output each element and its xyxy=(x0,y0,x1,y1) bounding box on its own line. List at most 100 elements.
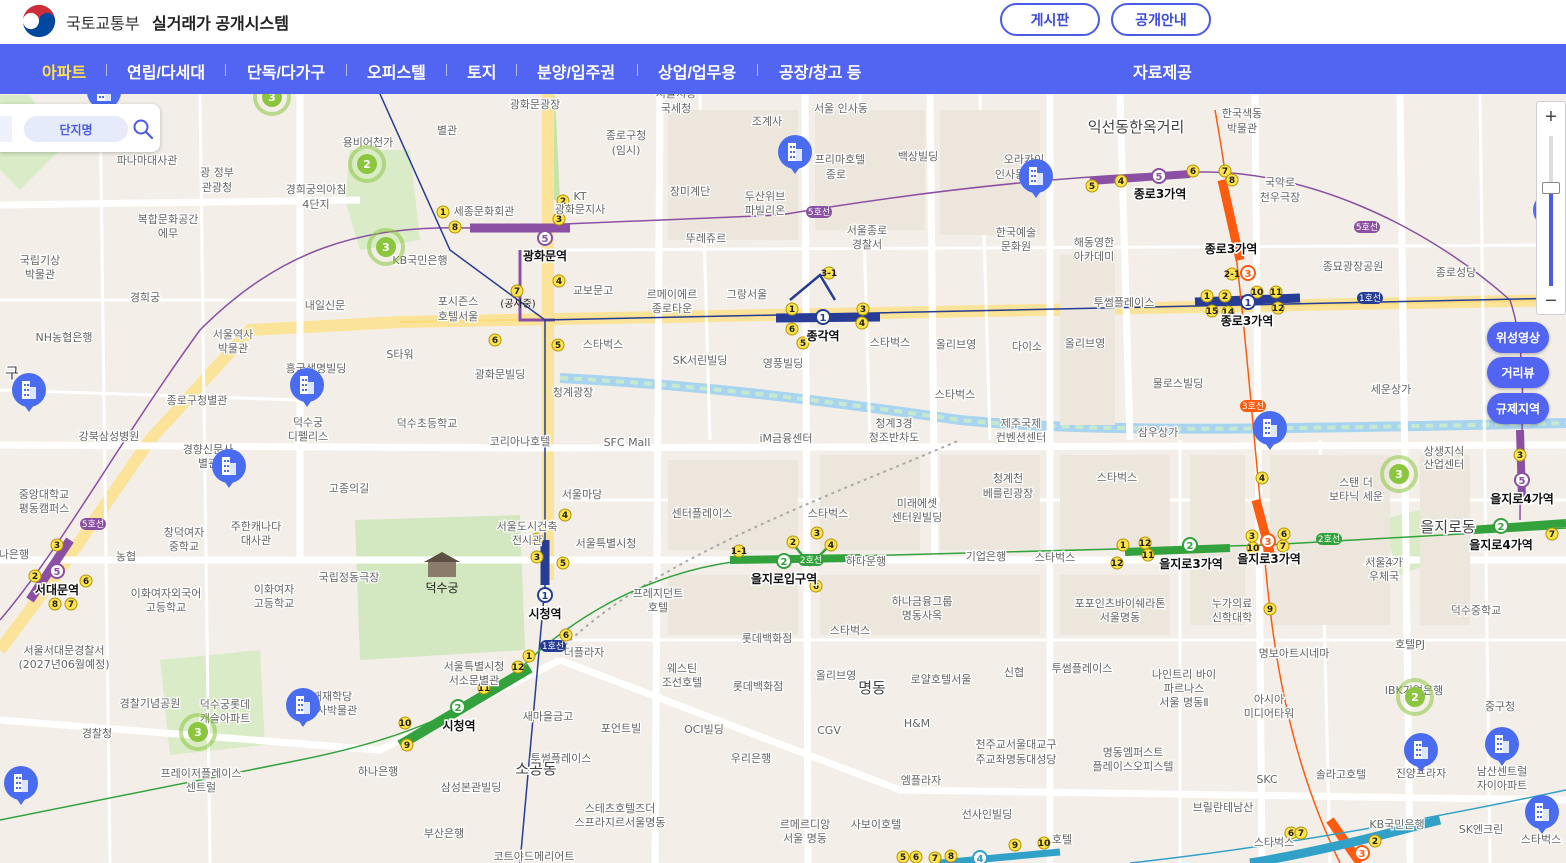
station-jongno3ga-1[interactable]: 종로3가역 xyxy=(1219,312,1275,330)
map-poi-label: 정조반차도 xyxy=(869,431,920,444)
map-poi-label: 전시관 xyxy=(512,534,542,547)
station-jonggak[interactable]: 종각역 xyxy=(805,327,841,345)
svg-text:4: 4 xyxy=(977,854,984,863)
svg-text:2: 2 xyxy=(781,557,788,568)
svg-text:6: 6 xyxy=(83,577,89,587)
station-euljiro3ga-2[interactable]: 을지로3가역 xyxy=(1158,555,1225,573)
apartment-name-button[interactable]: 단지명 xyxy=(24,116,128,142)
map-poi-label: 덕수궁 xyxy=(293,416,323,429)
nav-item-row-house[interactable]: 연립/다세대 xyxy=(127,59,205,83)
station-euljiro4ga-2[interactable]: 을지로4가역 xyxy=(1468,536,1535,554)
map-poi-label: 하나금융그룹 xyxy=(892,594,953,608)
nav-item-presale-right[interactable]: 분양/입주권 xyxy=(537,59,615,83)
svg-text:5: 5 xyxy=(1156,172,1163,183)
search-icon[interactable] xyxy=(132,118,154,140)
svg-text:1: 1 xyxy=(1204,292,1210,302)
map-poi-label: 스타벅스 xyxy=(1254,836,1294,849)
map-poi-label: 종묘광장공원 xyxy=(1323,260,1384,273)
map-poi-label: 롯데백화점 xyxy=(733,680,784,693)
map-poi-label: 명동엠퍼스트 xyxy=(1103,746,1164,759)
map-poi-label: 한국색동 xyxy=(1222,107,1262,120)
street-view-button[interactable]: 거리뷰 xyxy=(1487,357,1549,388)
map-poi-label: 광 정부 xyxy=(200,166,234,179)
map-poi-label: 복합문화공간 xyxy=(138,213,199,226)
map-poi-label: CGV xyxy=(817,724,841,737)
map-canvas[interactable]: 1 8 2 3 4 7 6 5 1 3 4 6 5 3-1 6 7 8 4 5 … xyxy=(0,94,1566,863)
map-poi-label: 컨벤션센터 xyxy=(996,431,1047,444)
map-poi-label: SK서린빌딩 xyxy=(673,354,728,367)
svg-text:11: 11 xyxy=(1270,288,1283,298)
svg-text:6: 6 xyxy=(1281,530,1287,540)
station-city-hall-2[interactable]: 시청역 xyxy=(441,717,477,735)
station-euljiro1ga[interactable]: 을지로입구역 xyxy=(749,570,818,588)
nav-item-data-service[interactable]: 자료제공 xyxy=(1133,59,1192,83)
map-poi-label: 천주교서울대교구 xyxy=(976,737,1057,751)
station-jongno3ga-5[interactable]: 종로3가역 xyxy=(1132,185,1188,203)
svg-text:7: 7 xyxy=(68,600,74,610)
svg-text:2: 2 xyxy=(1411,691,1419,704)
station-euljiro3ga-3[interactable]: 을지로3가역 xyxy=(1236,550,1303,568)
map-poi-label: 덕수초등학교 xyxy=(397,417,458,430)
map-poi-label: 서울역사 xyxy=(213,328,253,341)
svg-text:6: 6 xyxy=(563,631,569,641)
nav-item-land[interactable]: 토지 xyxy=(467,59,496,83)
nav-divider xyxy=(446,64,447,76)
map-poi-label: SFC Mall xyxy=(604,436,651,449)
regulation-area-button[interactable]: 규제지역 xyxy=(1487,393,1549,424)
government-logo[interactable] xyxy=(20,2,58,40)
station-gwanghwamun[interactable]: 광화문역 xyxy=(521,247,568,265)
nav-item-apartment[interactable]: 아파트 xyxy=(42,59,86,83)
info-button[interactable]: 공개안내 xyxy=(1111,3,1211,36)
nav-item-commercial[interactable]: 상업/업무용 xyxy=(658,59,736,83)
svg-text:2: 2 xyxy=(32,572,38,582)
satellite-button[interactable]: 위성영상 xyxy=(1487,322,1549,353)
map-poi-label: 서울 인사동 xyxy=(814,102,868,115)
svg-text:3: 3 xyxy=(860,305,866,315)
board-button[interactable]: 게시판 xyxy=(1000,3,1100,36)
nav-item-detached-house[interactable]: 단독/다가구 xyxy=(247,59,325,83)
map-poi-label: 스타벅스 xyxy=(1521,833,1561,846)
map-poi-label: 국립정동극장 xyxy=(319,571,380,584)
nav-item-factory-warehouse[interactable]: 공장/창고 등 xyxy=(779,59,862,83)
zoom-slider-handle[interactable] xyxy=(1542,182,1560,194)
svg-text:2: 2 xyxy=(455,703,462,714)
svg-text:5: 5 xyxy=(555,341,561,351)
map-poi-label: 광화문빌딩 xyxy=(475,368,526,381)
station-seodaemun[interactable]: 서대문역 xyxy=(33,581,80,599)
map-poi-label: 경희궁 xyxy=(130,291,160,304)
station-euljiro4ga-5[interactable]: 을지로4가역 xyxy=(1489,490,1556,508)
map-poi-label: 서울지방 xyxy=(656,94,696,100)
svg-text:3: 3 xyxy=(534,553,540,563)
map-poi-label: 백상빌딩 xyxy=(898,150,938,163)
station-city-hall-1[interactable]: 시청역 xyxy=(527,605,563,623)
map-poi-label: 교보문고 xyxy=(573,284,613,297)
system-title[interactable]: 실거래가 공개시스템 xyxy=(152,10,289,34)
map-poi-label: 누가의료 xyxy=(1212,597,1252,610)
nav-item-officetel[interactable]: 오피스텔 xyxy=(367,59,426,83)
map-poi-label: 더플라자 xyxy=(564,646,604,659)
map-poi-label: 삼성본관빌딩 xyxy=(441,781,502,794)
map-poi-label: 경희궁의아침 xyxy=(286,183,347,196)
map-poi-label: KT xyxy=(573,190,586,203)
search-input[interactable] xyxy=(0,116,12,142)
svg-text:7: 7 xyxy=(1280,542,1286,552)
map-poi-label: 조선호텔 xyxy=(662,676,702,689)
line-label: 2호선 xyxy=(800,555,822,566)
construction-label: (공사중) xyxy=(500,298,536,310)
svg-text:3: 3 xyxy=(1359,849,1366,860)
zoom-out-button[interactable]: − xyxy=(1537,288,1565,314)
svg-text:2: 2 xyxy=(790,538,796,548)
line-label: 2호선 xyxy=(1318,534,1340,545)
zoom-in-button[interactable]: + xyxy=(1537,104,1565,130)
station-jongno3ga-3[interactable]: 종로3가역 xyxy=(1203,240,1259,258)
map-poi-label: 파르나스 xyxy=(1164,682,1204,695)
svg-text:10: 10 xyxy=(399,719,412,729)
svg-text:1: 1 xyxy=(820,313,827,324)
map-poi-label: 농협 xyxy=(116,550,136,563)
area-ikseon: 익선동한옥거리 xyxy=(1088,118,1185,136)
map-poi-label: 포언트빌 xyxy=(601,722,641,735)
map-poi-label: 브릴란테남산 xyxy=(1193,801,1254,814)
map-poi-label: 우리은행 xyxy=(731,752,771,765)
map-poi-label: 플레이스오피스텔 xyxy=(1093,760,1174,773)
svg-text:7: 7 xyxy=(1222,167,1228,177)
